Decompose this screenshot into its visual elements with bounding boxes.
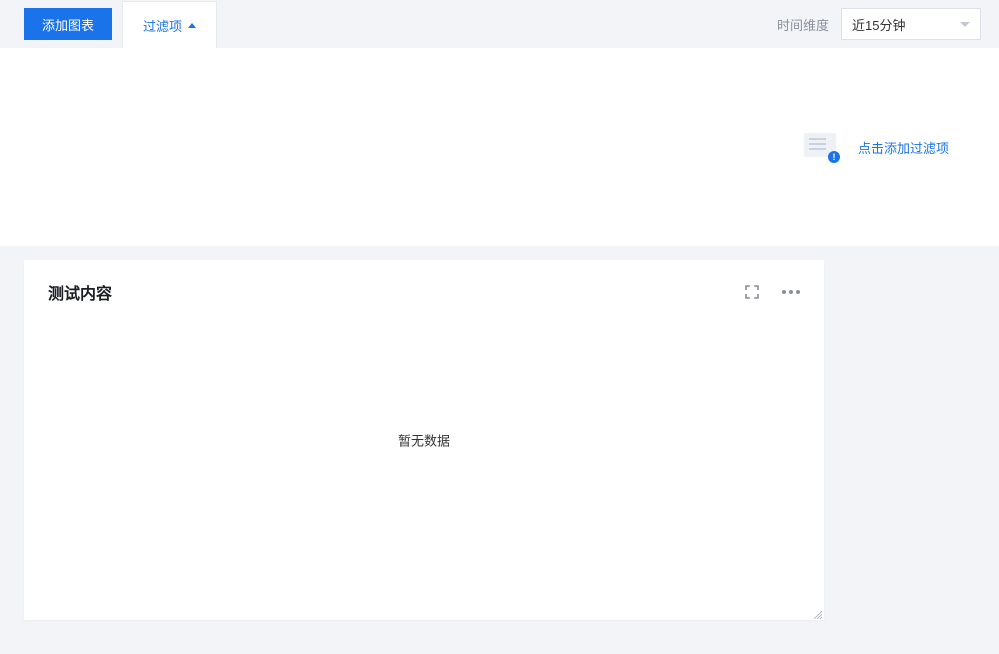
resize-handle[interactable]: [810, 606, 822, 618]
add-chart-button[interactable]: 添加图表: [24, 8, 112, 40]
filter-tab-label: 过滤项: [143, 16, 182, 35]
caret-up-icon: [188, 23, 196, 28]
filter-tab[interactable]: 过滤项: [122, 1, 217, 48]
time-range-select[interactable]: 近15分钟: [841, 8, 981, 40]
toolbar-right: 时间维度 近15分钟: [777, 0, 999, 48]
filter-add-region: ! 点击添加过滤项: [804, 133, 949, 161]
filter-panel: ! 点击添加过滤项: [0, 48, 999, 246]
document-info-icon: !: [804, 133, 840, 161]
time-select-value: 近15分钟: [852, 15, 905, 34]
card-header: 测试内容: [24, 260, 824, 314]
more-icon[interactable]: [782, 290, 800, 294]
caret-down-icon: [960, 22, 970, 27]
empty-state-text: 暂无数据: [398, 431, 450, 450]
add-filter-link[interactable]: 点击添加过滤项: [858, 138, 949, 157]
content-area: 测试内容 暂无数据: [0, 246, 999, 630]
toolbar: 添加图表 过滤项 时间维度 近15分钟: [0, 0, 999, 48]
card-title: 测试内容: [48, 280, 112, 304]
card-actions: [744, 284, 800, 300]
expand-icon[interactable]: [744, 284, 760, 300]
chart-card: 测试内容 暂无数据: [24, 260, 824, 620]
time-dimension-label: 时间维度: [777, 15, 829, 34]
